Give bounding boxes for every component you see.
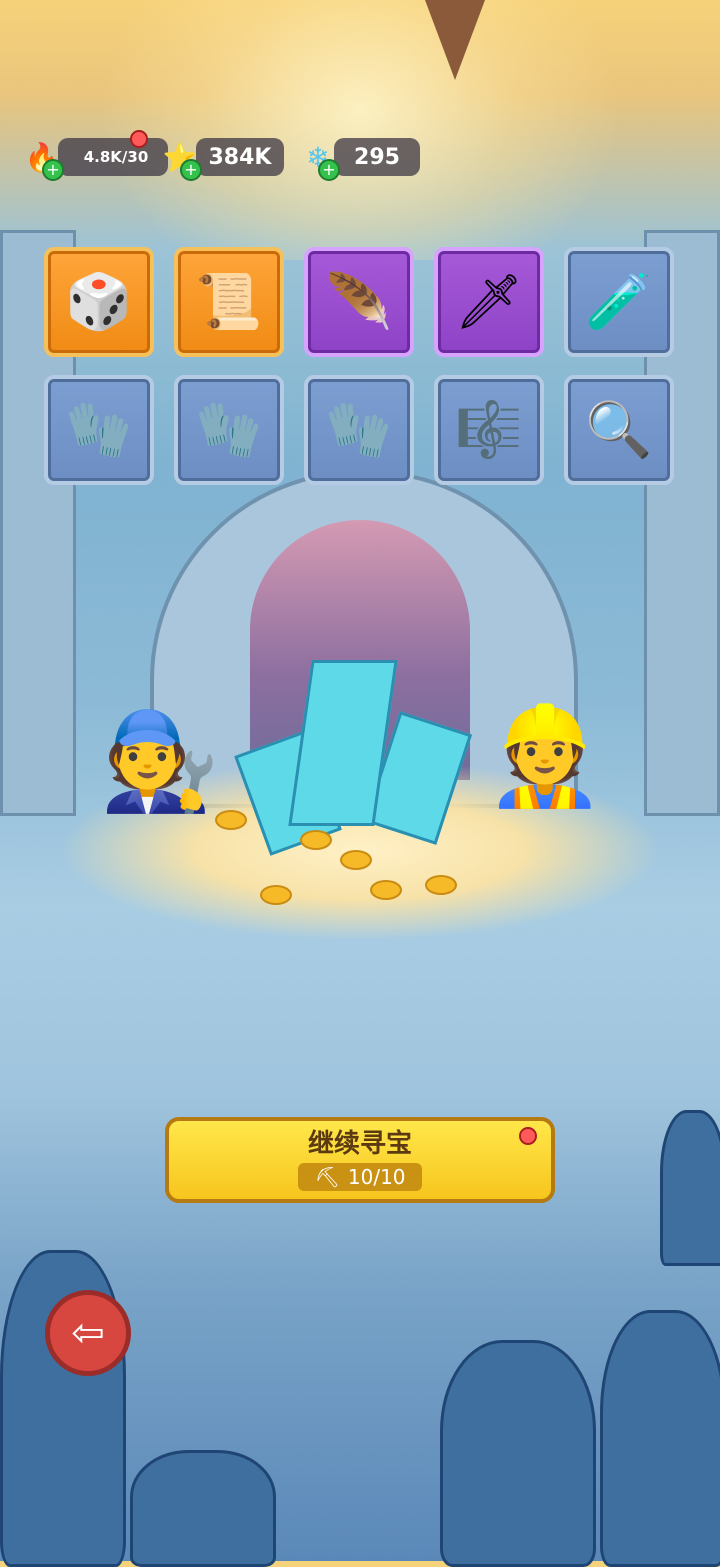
pickaxe-count-value: 10/10 [347,1165,406,1189]
gold-coin [340,850,372,870]
inventory-slot[interactable]: 🔍 [564,375,674,485]
cave-rock [440,1340,596,1567]
crystal-counter[interactable]: ❄ + 295 [298,137,420,181]
d20-dice-icon: 🎲 [65,270,133,333]
flame-icon: 🔥 + [22,137,64,181]
pickaxe-icon: ⛏ [314,1165,340,1189]
gold-value: 384K [208,144,272,170]
gold-coin [425,875,457,895]
leather-glove-icon: 🧤 [65,398,133,461]
gold-counter[interactable]: ⭐ + 384K [160,137,284,181]
cave-rock [130,1450,276,1567]
treasure-inventory-grid: 🎲 📜 🪶 🗡 🧪 🧤 🧤 🧤 🎼 🔍 [44,247,676,485]
blue-crystal-icon: ❄ + [298,137,340,181]
gold-coin [300,830,332,850]
continue-treasure-button[interactable]: 继续寻宝 ⛏ 10/10 [165,1117,555,1203]
back-arrow-icon: ⇦ [71,1310,105,1356]
inventory-slot[interactable]: 🪶 [304,247,414,357]
inventory-slot[interactable]: 🧤 [174,375,284,485]
add-icon[interactable]: + [42,159,64,181]
gold-coin-icon: ⭐ + [160,137,202,181]
miner-character-right: 👷 [485,700,605,812]
notification-dot [130,130,148,148]
leather-glove-icon: 🧤 [195,398,263,461]
crystal-value: 295 [354,144,400,170]
back-button[interactable]: ⇦ [45,1290,131,1376]
phoenix-feather-icon: 🪶 [325,270,393,333]
stalactite [425,0,485,80]
pickaxe-count: ⛏ 10/10 [298,1163,422,1191]
inventory-slot[interactable]: 🧤 [304,375,414,485]
add-icon[interactable]: + [318,159,340,181]
add-icon[interactable]: + [180,159,202,181]
scroll-letter-icon: 📜 [195,270,263,333]
golden-lyre-icon: 🎼 [455,398,523,461]
gold-coin [370,880,402,900]
cave-rock [660,1110,720,1266]
inventory-slot[interactable]: 📜 [174,247,284,357]
inventory-slot[interactable]: 🧤 [44,375,154,485]
energy-counter[interactable]: 🔥 + 4.8K/30 [22,130,168,181]
energy-value: 4.8K/30 [83,148,149,166]
cave-rock [600,1310,720,1567]
gold-coin [260,885,292,905]
red-potion-icon: 🧪 [585,270,653,333]
frost-dagger-icon: 🗡 [454,270,524,333]
notification-dot [519,1127,537,1145]
inventory-slot[interactable]: 🎼 [434,375,544,485]
gold-coin [215,810,247,830]
light-beam [0,0,720,260]
inventory-slot[interactable]: 🧪 [564,247,674,357]
magnifying-glass-icon: 🔍 [585,398,653,461]
continue-button-label: 继续寻宝 [307,1129,412,1159]
inventory-slot[interactable]: 🎲 [44,247,154,357]
inventory-slot[interactable]: 🗡 [434,247,544,357]
miner-character-left: 🧑‍🔧 [100,705,220,817]
leather-glove-icon: 🧤 [325,398,393,461]
